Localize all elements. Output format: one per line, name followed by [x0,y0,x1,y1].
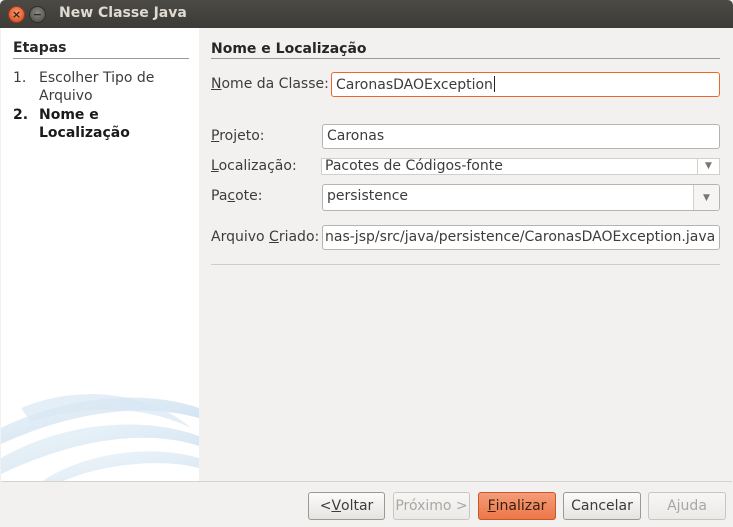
step-label: Escolher Tipo de Arquivo [39,70,155,104]
close-icon: × [11,8,22,21]
step-number: 2. [13,107,29,123]
input-value: nas-jsp/src/java/persistence/CaronasDAOE… [325,229,716,245]
help-button[interactable]: Ajuda [648,492,726,520]
minimize-button[interactable]: − [29,6,46,23]
package-label: Pacote: [211,188,263,204]
mnemonic: P [211,128,220,144]
button-label: Cancelar [571,498,633,514]
steps-panel: Etapas 1. Escolher Tipo de Arquivo 2. No… [1,28,199,481]
mnemonic: c [227,188,236,204]
location-label: Localização: [211,158,297,174]
form-panel: Nome e Localização Nome da Classe: Caron… [199,28,732,481]
step-number: 1. [13,70,27,86]
section-divider [211,58,720,59]
chevron-down-icon: ▼ [697,159,719,174]
button-bar: < Voltar Próximo > Finalizar Cancelar Aj… [1,481,732,526]
location-dropdown[interactable]: Pacotes de Códigos-fonte ▼ [321,158,720,175]
label-text: riado: [278,229,320,245]
mnemonic: F [487,498,496,514]
button-label: < [319,498,332,514]
created-file-field: nas-jsp/src/java/persistence/CaronasDAOE… [322,225,720,250]
label-text: Pa [211,188,228,204]
cancel-button[interactable]: Cancelar [563,492,641,520]
button-label: Ajuda [667,498,707,514]
mnemonic: V [331,498,342,514]
wizard-swoosh-graphic [1,394,199,481]
button-label: oltar [341,498,374,514]
steps-divider [13,58,189,59]
mnemonic: C [269,229,279,245]
label-text: Arquivo [211,229,270,245]
mnemonic: N [211,76,222,92]
mnemonic: L [211,158,219,174]
package-combobox[interactable]: persistence ▼ [322,184,720,211]
class-name-label: Nome da Classe: [211,76,329,92]
next-button[interactable]: Próximo > [393,492,470,520]
back-button[interactable]: < Voltar [308,492,385,520]
label-text: ocalização: [218,158,297,174]
minimize-icon: − [32,8,43,21]
chevron-down-icon[interactable]: ▼ [693,185,719,210]
button-label: Próximo > [395,498,468,514]
class-name-input[interactable]: CaronasDAOException [331,72,720,97]
button-label: inalizar [495,498,547,514]
label-text: ote: [235,188,263,204]
created-file-label: Arquivo Criado: [211,229,319,245]
dropdown-value: Pacotes de Códigos-fonte [325,158,503,174]
section-heading: Nome e Localização [211,41,367,57]
text-caret [493,76,495,92]
label-text: ome da Classe: [221,76,329,92]
project-label: Projeto: [211,128,265,144]
close-button[interactable]: × [8,6,25,23]
label-text: rojeto: [219,128,265,144]
input-value: Caronas [327,128,385,144]
title-bar: × − New Classe Java [0,0,733,28]
form-divider [211,264,720,265]
step-label: Nome e Localização [39,107,130,141]
input-value: CaronasDAOException [336,77,493,93]
finish-button[interactable]: Finalizar [478,492,556,520]
window-title: New Classe Java [59,5,187,21]
input-value: persistence [327,188,409,204]
steps-heading: Etapas [13,40,67,56]
project-field: Caronas [322,124,720,149]
